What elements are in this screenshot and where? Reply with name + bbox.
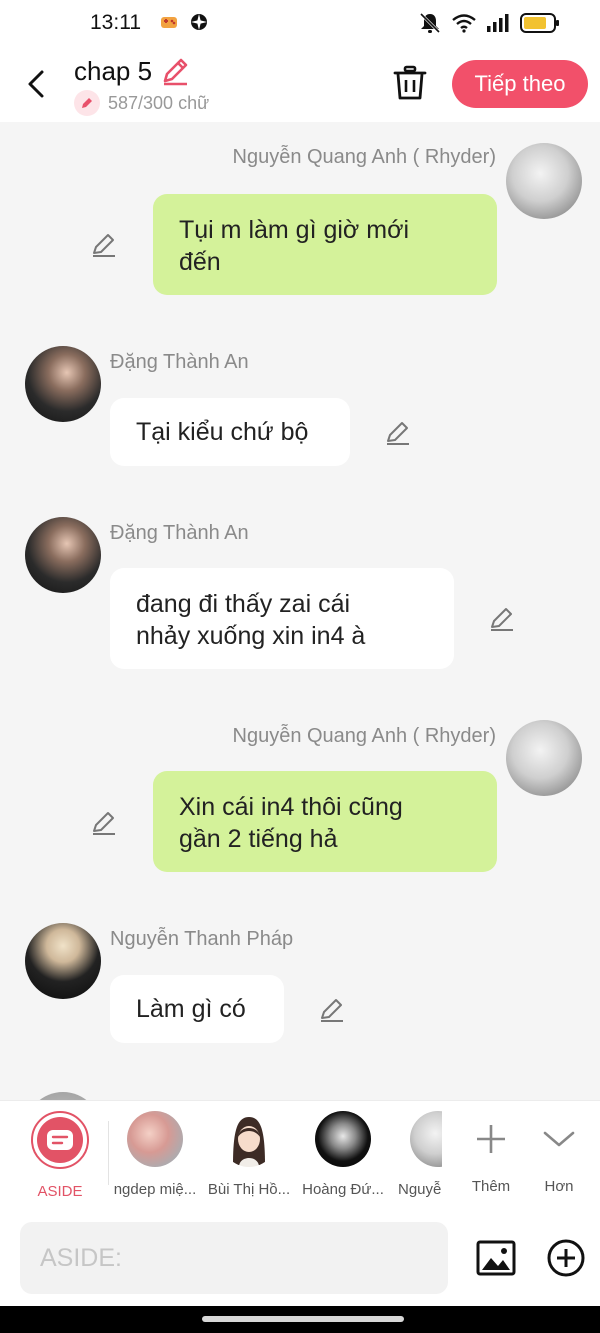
edit-title-icon[interactable] [160,56,190,86]
avatar [315,1111,371,1167]
pencil-badge-icon [74,90,100,116]
image-icon[interactable] [476,1238,516,1278]
edit-message-icon[interactable] [90,230,118,258]
character-aside[interactable]: ASIDE [15,1111,105,1200]
divider [108,1121,109,1185]
wifi-icon [452,14,476,33]
message-bubble[interactable]: Tại kiểu chứ bộ [110,398,350,466]
message-line: nhảy xuống xin in4 à [136,622,366,650]
character-label: ASIDE [37,1183,83,1200]
message-line: Xin cái in4 thôi cũng [179,793,403,821]
chapter-title: chap 5 [74,56,153,86]
message-line: Tụi m làm gì giờ mới [179,216,410,244]
avatar[interactable] [25,346,101,422]
sender-name: Đặng Thành An [110,522,249,544]
message-line: Tại kiểu chứ bộ [136,418,309,446]
message-bubble[interactable]: Tụi m làm gì giờ mới đến [153,194,497,295]
battery-icon [520,13,559,33]
message-line: Làm gì có [136,995,246,1023]
edit-message-icon[interactable] [384,418,412,446]
sender-name: Nguyễn Quang Anh ( Rhyder) [232,725,497,747]
sender-name: Nguyễn Quang Anh ( Rhyder) [232,146,497,168]
message-line: đang đi thấy zai cái [136,590,351,618]
app-header: chap 5 587/300 chữ Tiếp theo [0,46,600,122]
signal-icon [487,14,509,32]
edit-message-icon[interactable] [318,995,346,1023]
more-label: Hơn [544,1178,574,1195]
edit-message-icon[interactable] [90,808,118,836]
avatar [127,1111,183,1167]
plus-icon [477,1125,505,1153]
character-item[interactable]: ngdep miệ... [110,1111,200,1198]
character-label: Nguyễ [398,1181,442,1198]
avatar[interactable] [25,517,101,593]
edit-message-icon[interactable] [488,604,516,632]
game-app-icon [161,17,177,28]
word-count-text: 587/300 chữ [108,92,210,113]
add-circle-icon[interactable] [546,1238,586,1278]
character-label: Hoàng Đứ... [302,1181,384,1198]
app-icon [191,14,207,30]
sender-name: Đặng Thành An [110,351,249,373]
character-label: ngdep miệ... [113,1181,197,1198]
message-bubble[interactable]: Làm gì có [110,975,284,1043]
status-bar: 13:11 [0,0,600,46]
avatar[interactable] [506,720,582,796]
avatar[interactable] [506,143,582,219]
status-time: 13:11 [90,11,141,34]
input-bar [0,1210,600,1306]
system-nav-bar [0,1306,600,1333]
word-count: 587/300 chữ [74,90,209,116]
character-item[interactable]: Bùi Thị Hồ... [204,1111,294,1198]
message-bubble[interactable]: Xin cái in4 thôi cũng gần 2 tiếng hả [153,771,497,872]
next-button[interactable]: Tiếp theo [452,60,588,108]
home-indicator[interactable] [202,1316,404,1322]
aside-avatar [31,1111,89,1169]
character-selector: ASIDE ngdep miệ... Bùi Thị Hồ... Hoàng Đ… [0,1100,600,1210]
chevron-down-icon [543,1131,575,1147]
character-item[interactable]: Hoàng Đứ... [298,1111,388,1198]
character-item[interactable]: Nguyễ [392,1111,442,1198]
avatar [410,1111,442,1167]
more-characters-button[interactable]: Hơn [514,1111,600,1195]
message-input[interactable] [20,1222,448,1294]
mute-icon [419,12,441,34]
avatar[interactable] [25,923,101,999]
sender-name: Nguyễn Thanh Pháp [110,928,294,950]
message-line: đến [179,248,221,276]
avatar [221,1111,277,1167]
trash-icon[interactable] [392,64,428,102]
character-label: Bùi Thị Hồ... [207,1181,291,1198]
back-arrow-icon[interactable] [24,66,52,102]
message-line: gần 2 tiếng hả [179,825,338,853]
message-bubble[interactable]: đang đi thấy zai cái nhảy xuống xin in4 … [110,568,454,669]
chat-icon [47,1130,73,1150]
